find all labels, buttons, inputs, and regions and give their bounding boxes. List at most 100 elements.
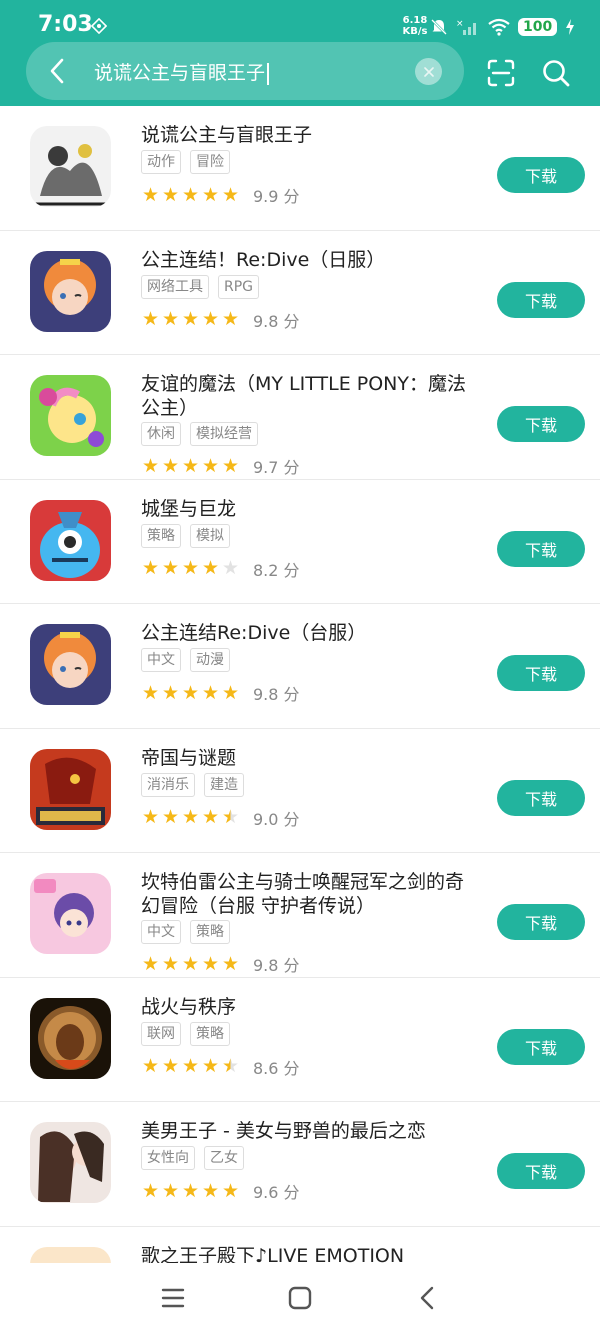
app-icon[interactable] <box>30 624 111 705</box>
app-title[interactable]: 公主连结！Re:Dive（日服） <box>141 248 481 272</box>
scan-icon[interactable] <box>486 58 516 88</box>
list-item[interactable]: 友谊的魔法（MY LITTLE PONY：魔法公主） 休闲 模拟经营 ★ ★ ★ ★ ★ 9.7… <box>0 355 600 480</box>
download-button[interactable]: 下载 <box>497 157 585 193</box>
app-icon[interactable] <box>30 748 111 830</box>
download-button[interactable]: 下载 <box>497 1028 585 1065</box>
star-icon: ★ <box>181 308 200 330</box>
star-icon: ★ <box>221 454 240 477</box>
app-icon[interactable] <box>30 375 111 456</box>
list-item[interactable]: 说谎公主与盲眼王子 动作 冒险 ★ ★ ★ ★ ★ 9.9 分下载 <box>0 106 600 231</box>
category-tag: 女性向 <box>141 1146 195 1170</box>
star-icon: ★ <box>141 557 160 579</box>
category-tag: 中文 <box>141 648 181 672</box>
star-icon: ★ <box>161 183 180 206</box>
list-item[interactable]: 城堡与巨龙 策略 模拟 ★ ★ ★ ★ ★ 8.2 分下载 <box>0 480 600 604</box>
app-icon[interactable] <box>30 250 111 332</box>
star-icon: ★ <box>161 806 180 828</box>
category-tag: 模拟经营 <box>190 422 258 446</box>
list-item[interactable]: 坎特伯雷公主与骑士唤醒冠军之剑的奇幻冒险（台服 守护者传说） 中文 策略 ★ ★ ★ ★ ★ 9… <box>0 853 600 978</box>
charging-icon <box>566 19 575 35</box>
rating: ★ ★ ★ ★ ★ 9.8 分 <box>141 308 300 332</box>
tag-list: 网络工具 RPG <box>141 274 260 299</box>
app-title[interactable]: 帝国与谜题 <box>141 746 481 770</box>
list-item[interactable]: 公主连结！Re:Dive（日服） 网络工具 RPG ★ ★ ★ ★ ★ 9.8 分下载 <box>0 231 600 355</box>
category-tag: 网络工具 <box>141 274 209 299</box>
star-icon: ★ <box>181 806 200 828</box>
status-bar: 7:03 6.18 KB/s × 100 <box>0 0 600 40</box>
star-icon: ★ <box>221 557 240 579</box>
star-icon: ★ <box>181 557 200 579</box>
navigation-bar <box>0 1263 600 1333</box>
rating-score: 9.6 分 <box>253 1183 300 1202</box>
app-title[interactable]: 美男王子 - 美女与野兽的最后之恋 <box>141 1119 481 1143</box>
star-icon: ★ <box>141 1055 160 1077</box>
rating-score: 9.8 分 <box>253 956 300 975</box>
star-icon: ★ <box>181 183 200 206</box>
star-icon: ★ <box>181 681 200 704</box>
download-button[interactable]: 下载 <box>497 1153 585 1189</box>
star-icon: ★ <box>201 1179 220 1202</box>
category-tag: 模拟 <box>190 523 230 548</box>
star-icon: ★ <box>161 557 180 579</box>
tag-list: 中文 策略 <box>141 920 230 944</box>
star-icon: ★ <box>221 952 240 975</box>
app-title[interactable]: 公主连结Re:Dive（台服） <box>141 621 481 645</box>
back-icon[interactable] <box>415 1285 441 1311</box>
app-title[interactable]: 城堡与巨龙 <box>141 497 481 521</box>
download-button[interactable]: 下载 <box>497 779 585 816</box>
app-icon[interactable] <box>30 1122 111 1203</box>
star-icon: ★ <box>201 308 220 330</box>
star-icon: ★ <box>161 308 180 330</box>
rating-score: 8.6 分 <box>253 1058 300 1078</box>
star-icon: ★ <box>161 952 180 975</box>
download-button[interactable]: 下载 <box>497 655 585 691</box>
list-item[interactable]: 公主连结Re:Dive（台服） 中文 动漫 ★ ★ ★ ★ ★ 9.8 分 下载 <box>0 604 600 729</box>
app-icon[interactable] <box>30 126 111 207</box>
star-icon: ★ <box>221 1179 240 1202</box>
app-title[interactable]: 说谎公主与盲眼王子 <box>141 123 481 147</box>
rating-score: 9.8 分 <box>253 311 300 331</box>
star-icon: ★ <box>141 308 160 330</box>
battery-level: 100 <box>518 18 558 36</box>
category-tag: 建造 <box>204 772 244 797</box>
star-icon: ★ <box>201 1055 220 1077</box>
rating-score: 9.9 分 <box>253 187 300 206</box>
category-tag: 消消乐 <box>141 772 195 797</box>
star-icon: ★ <box>221 183 240 206</box>
menu-icon[interactable] <box>160 1285 186 1311</box>
app-title[interactable]: 友谊的魔法（MY LITTLE PONY：魔法公主） <box>141 372 481 420</box>
app-title[interactable]: 战火与秩序 <box>141 995 481 1019</box>
download-button[interactable]: 下载 <box>497 904 585 940</box>
rating: ★ ★ ★ ★ ★ 9.8 分 <box>141 681 300 705</box>
app-title[interactable]: 坎特伯雷公主与骑士唤醒冠军之剑的奇幻冒险（台服 守护者传说） <box>141 870 481 918</box>
download-button[interactable]: 下载 <box>497 530 585 567</box>
text-cursor <box>267 62 270 85</box>
star-icon: ★ <box>161 1179 180 1202</box>
download-button[interactable]: 下载 <box>497 281 585 318</box>
star-icon: ★ <box>201 454 220 477</box>
star-icon: ★ <box>181 454 200 477</box>
list-item[interactable]: 美男王子 - 美女与野兽的最后之恋 女性向 乙女 ★ ★ ★ ★ ★ 9.6 分下载 <box>0 1102 600 1227</box>
category-tag: RPG <box>218 274 260 299</box>
download-button[interactable]: 下载 <box>497 406 585 442</box>
signal-icon: × <box>456 19 476 35</box>
back-button[interactable] <box>40 52 74 90</box>
search-results-list: 说谎公主与盲眼王子 动作 冒险 ★ ★ ★ ★ ★ 9.9 分下载 公主连结！Re:Dive（日服… <box>0 106 600 1333</box>
close-icon <box>423 66 434 77</box>
status-icons: × 100 <box>430 16 575 38</box>
clear-search-button[interactable] <box>415 58 442 85</box>
star-icon: ★ <box>161 454 180 477</box>
category-tag: 中文 <box>141 920 181 944</box>
home-icon[interactable] <box>287 1285 313 1311</box>
list-item[interactable]: 帝国与谜题 消消乐 建造 ★ ★ ★ ★ ★ 9.0 分下载 <box>0 729 600 853</box>
app-icon[interactable] <box>30 499 111 581</box>
list-item[interactable]: 战火与秩序 联网 策略 ★ ★ ★ ★ ★ 8.6 分下载 <box>0 978 600 1102</box>
app-icon[interactable] <box>30 997 111 1079</box>
search-icon[interactable] <box>541 58 571 88</box>
star-icon: ★ <box>221 1055 240 1077</box>
rating: ★ ★ ★ ★ ★ 9.6 分 <box>141 1179 300 1203</box>
tag-list: 中文 动漫 <box>141 648 230 672</box>
search-input[interactable]: 说谎公主与盲眼王子 <box>94 58 270 85</box>
app-icon[interactable] <box>30 873 111 954</box>
chevron-left-icon <box>50 58 64 84</box>
